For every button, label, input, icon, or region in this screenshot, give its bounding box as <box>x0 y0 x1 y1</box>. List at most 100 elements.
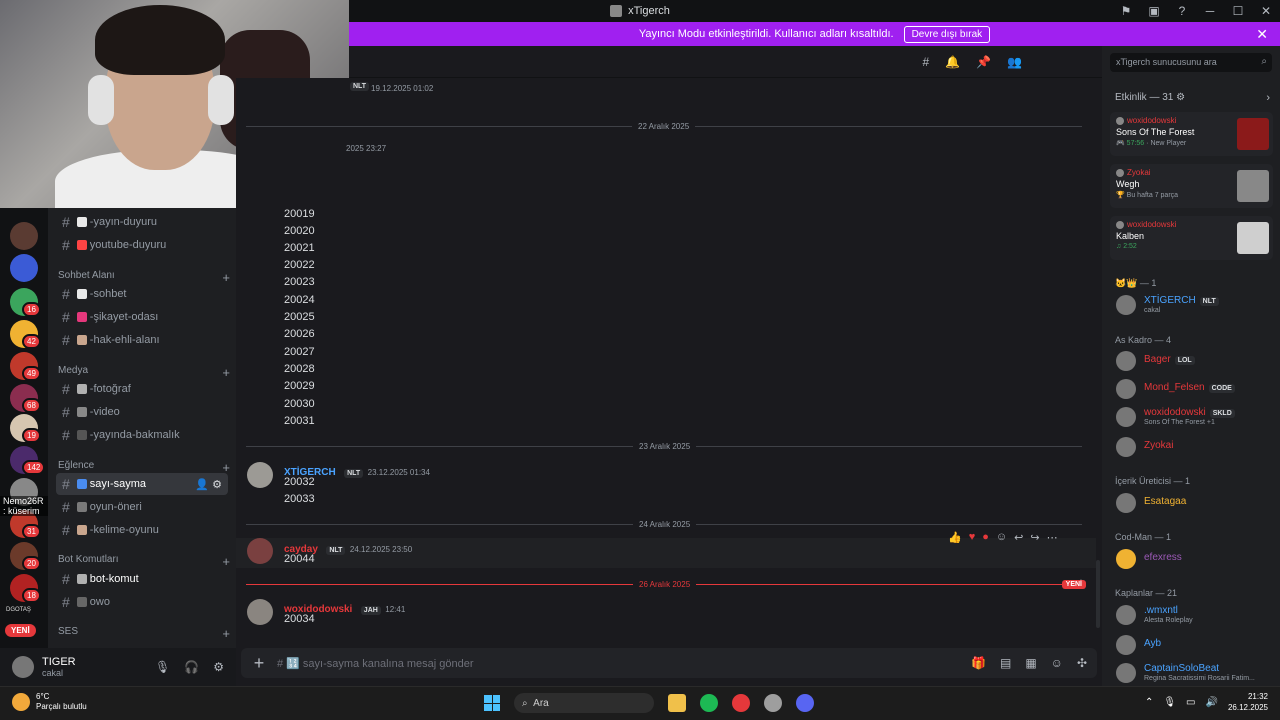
gif-icon[interactable]: ▤ <box>1000 656 1011 670</box>
activity-thumbnail <box>1237 222 1269 254</box>
member-item[interactable]: Mond_Felsen CODE <box>1114 376 1274 402</box>
channel-yayin-duyuru[interactable]: # -yayın-duyuru <box>56 211 228 233</box>
file-explorer-icon[interactable] <box>668 694 686 712</box>
flag-icon[interactable]: ⚑ <box>1112 4 1140 18</box>
unread-badge: 20 <box>22 556 41 571</box>
activity-card[interactable]: Zyokai Wegh 🏆 Bu hafta 7 parça <box>1110 164 1273 208</box>
microphone-icon[interactable]: 🎙 <box>155 660 170 674</box>
spotify-icon[interactable] <box>700 694 718 712</box>
activity-card[interactable]: woxidodowski Sons Of The Forest 🎮 57:56 … <box>1110 112 1273 156</box>
discord-icon[interactable] <box>796 694 814 712</box>
avatar[interactable] <box>247 599 273 625</box>
message-list: NLT 19.12.2025 01:02 22 Aralık 2025 2025… <box>236 78 1102 646</box>
avatar[interactable] <box>12 656 34 678</box>
unread-badge: 42 <box>22 334 41 349</box>
reaction-heart-icon[interactable]: ♥ <box>969 531 976 543</box>
member-item[interactable]: CaptainSoloBeat Regina Sacratissimi Rosa… <box>1114 660 1274 686</box>
threads-icon[interactable]: # <box>922 55 929 69</box>
microphone-icon[interactable]: 🎙 <box>1163 697 1176 708</box>
chevron-up-icon[interactable]: ⌃ <box>1145 697 1153 708</box>
taskbar-search[interactable]: ⌕ Ara <box>514 693 654 713</box>
channel-hak-ehli-alani[interactable]: # -hak-ehli-alanı <box>56 329 228 351</box>
member-group-header: Cod-Man — 1 <box>1115 532 1172 542</box>
add-channel-icon[interactable]: + <box>222 554 230 569</box>
channel-sohbet[interactable]: # -sohbet <box>56 283 228 305</box>
disable-streamer-mode-button[interactable]: Devre dışı bırak <box>903 25 991 43</box>
member-item[interactable]: XTİGERCH NLT cakal <box>1114 292 1274 318</box>
close-icon[interactable]: ✕ <box>1252 4 1280 18</box>
more-icon[interactable]: ⋯ <box>1047 531 1058 544</box>
member-item[interactable]: .wmxntl Alesta Roleplay <box>1114 602 1274 628</box>
server-icon[interactable] <box>10 254 38 282</box>
reaction-red-circle-icon[interactable]: ● <box>982 531 989 543</box>
clock[interactable]: 21:32 26.12.2025 <box>1228 691 1268 713</box>
category-ses[interactable]: SES + <box>58 626 230 641</box>
members-icon[interactable]: 👥 <box>1007 55 1022 69</box>
headphones-icon[interactable]: 🎧 <box>184 660 199 674</box>
opera-icon[interactable] <box>732 694 750 712</box>
channel-bot-komut[interactable]: # bot-komut <box>56 568 228 590</box>
channel-video[interactable]: # -video <box>56 401 228 423</box>
add-channel-icon[interactable]: + <box>222 626 230 641</box>
sticker-icon[interactable]: ▦ <box>1025 656 1036 670</box>
reaction-thumbs-icon[interactable]: 👍 <box>948 531 962 544</box>
server-icon[interactable] <box>10 222 38 250</box>
member-item[interactable]: woxidodowski SKLD Sons Of The Forest +1 <box>1114 404 1274 430</box>
attach-plus-icon[interactable]: + <box>241 653 277 674</box>
settings-icon[interactable]: ⚙ <box>213 660 224 674</box>
server-list: 16 42 49 68 19 142 31 20 18 DGOTAŞ YENİ … <box>0 208 48 648</box>
maximize-icon[interactable]: ☐ <box>1224 4 1252 18</box>
channel-youtube-duyuru[interactable]: # youtube-duyuru <box>56 234 228 256</box>
user-tag: JAH <box>360 606 381 615</box>
avatar[interactable] <box>247 462 273 488</box>
activity-header[interactable]: Etkinlik — 31 ⚙ › <box>1115 92 1270 104</box>
date-label: 24 Aralık 2025 <box>633 520 697 529</box>
message-composer[interactable]: + # 🔢 sayı-sayma kanalına mesaj gönder 🎁… <box>241 648 1097 678</box>
chevron-right-icon[interactable]: › <box>1266 92 1270 104</box>
minimize-icon[interactable]: ─ <box>1196 4 1224 18</box>
volume-icon[interactable]: 🔊 <box>1206 697 1218 708</box>
banner-text: Yayıncı Modu etkinleştirildi. Kullanıcı … <box>638 28 894 40</box>
activity-card[interactable]: woxidodowski Kalben ♫ 2:52 <box>1110 216 1273 260</box>
avatar[interactable] <box>247 538 273 564</box>
member-group-header: Kaplanlar — 21 <box>1115 588 1178 598</box>
channel-oyun-oneri[interactable]: # oyun-öneri <box>56 496 228 518</box>
channel-fotograf[interactable]: # -fotoğraf <box>56 378 228 400</box>
add-reaction-icon[interactable]: ☺ <box>996 531 1007 543</box>
reply-icon[interactable]: ↩ <box>1014 531 1023 544</box>
channel-settings-icon[interactable]: 👤 ⚙ <box>195 478 222 491</box>
message-line: 20025 <box>284 311 315 323</box>
message-line: 20032 <box>284 476 315 488</box>
apps-icon[interactable]: ✣ <box>1077 656 1087 670</box>
network-icon[interactable]: ▭ <box>1186 697 1195 708</box>
message-input[interactable]: # 🔢 sayı-sayma kanalına mesaj gönder <box>277 657 474 670</box>
inbox-icon[interactable]: ▣ <box>1140 4 1168 18</box>
channel-owo[interactable]: # owo <box>56 591 228 613</box>
chat-overlay-text: Nemo26R : küserim <box>0 496 48 516</box>
help-icon[interactable]: ? <box>1168 4 1196 18</box>
member-item[interactable]: Bager LOL <box>1114 348 1274 374</box>
emoji-icon[interactable]: ☺ <box>1051 656 1063 670</box>
taskbar: 6°C Parçalı bulutlu ⌕ Ara ⌃ 🎙 ▭ 🔊 21:32 … <box>0 686 1280 720</box>
new-servers-pill[interactable]: YENİ <box>5 624 36 637</box>
member-item[interactable]: Ayb <box>1114 632 1274 658</box>
member-item[interactable]: efexress <box>1114 546 1274 572</box>
gift-icon[interactable]: 🎁 <box>971 656 986 670</box>
channel-sayi-sayma[interactable]: # sayı-sayma 👤 ⚙ <box>56 473 228 495</box>
scrollbar[interactable] <box>1096 560 1100 628</box>
member-item[interactable]: Esatagaa <box>1114 490 1274 516</box>
start-button[interactable] <box>484 695 500 711</box>
member-item[interactable]: Zyokai <box>1114 434 1274 460</box>
pin-icon[interactable]: 📌 <box>976 55 991 69</box>
channel-kelime-oyunu[interactable]: # -kelime-oyunu <box>56 519 228 541</box>
weather-widget[interactable]: 6°C Parçalı bulutlu <box>12 692 87 712</box>
search-input[interactable]: xTigerch sunucusunu ara ⌕ <box>1110 53 1272 72</box>
channel-yayinda-bakmalik[interactable]: # -yayında-bakmalık <box>56 424 228 446</box>
steam-icon[interactable] <box>764 694 782 712</box>
bell-icon[interactable]: 🔔 <box>945 55 960 69</box>
category-bot-komutlari[interactable]: Bot Komutları + <box>58 554 230 569</box>
forward-icon[interactable]: ↪ <box>1030 531 1039 544</box>
streamer-mode-banner: Yayıncı Modu etkinleştirildi. Kullanıcı … <box>349 22 1280 46</box>
banner-close-icon[interactable]: ✕ <box>1256 26 1268 43</box>
channel-sikayet-odasi[interactable]: # -şikayet-odası <box>56 306 228 328</box>
